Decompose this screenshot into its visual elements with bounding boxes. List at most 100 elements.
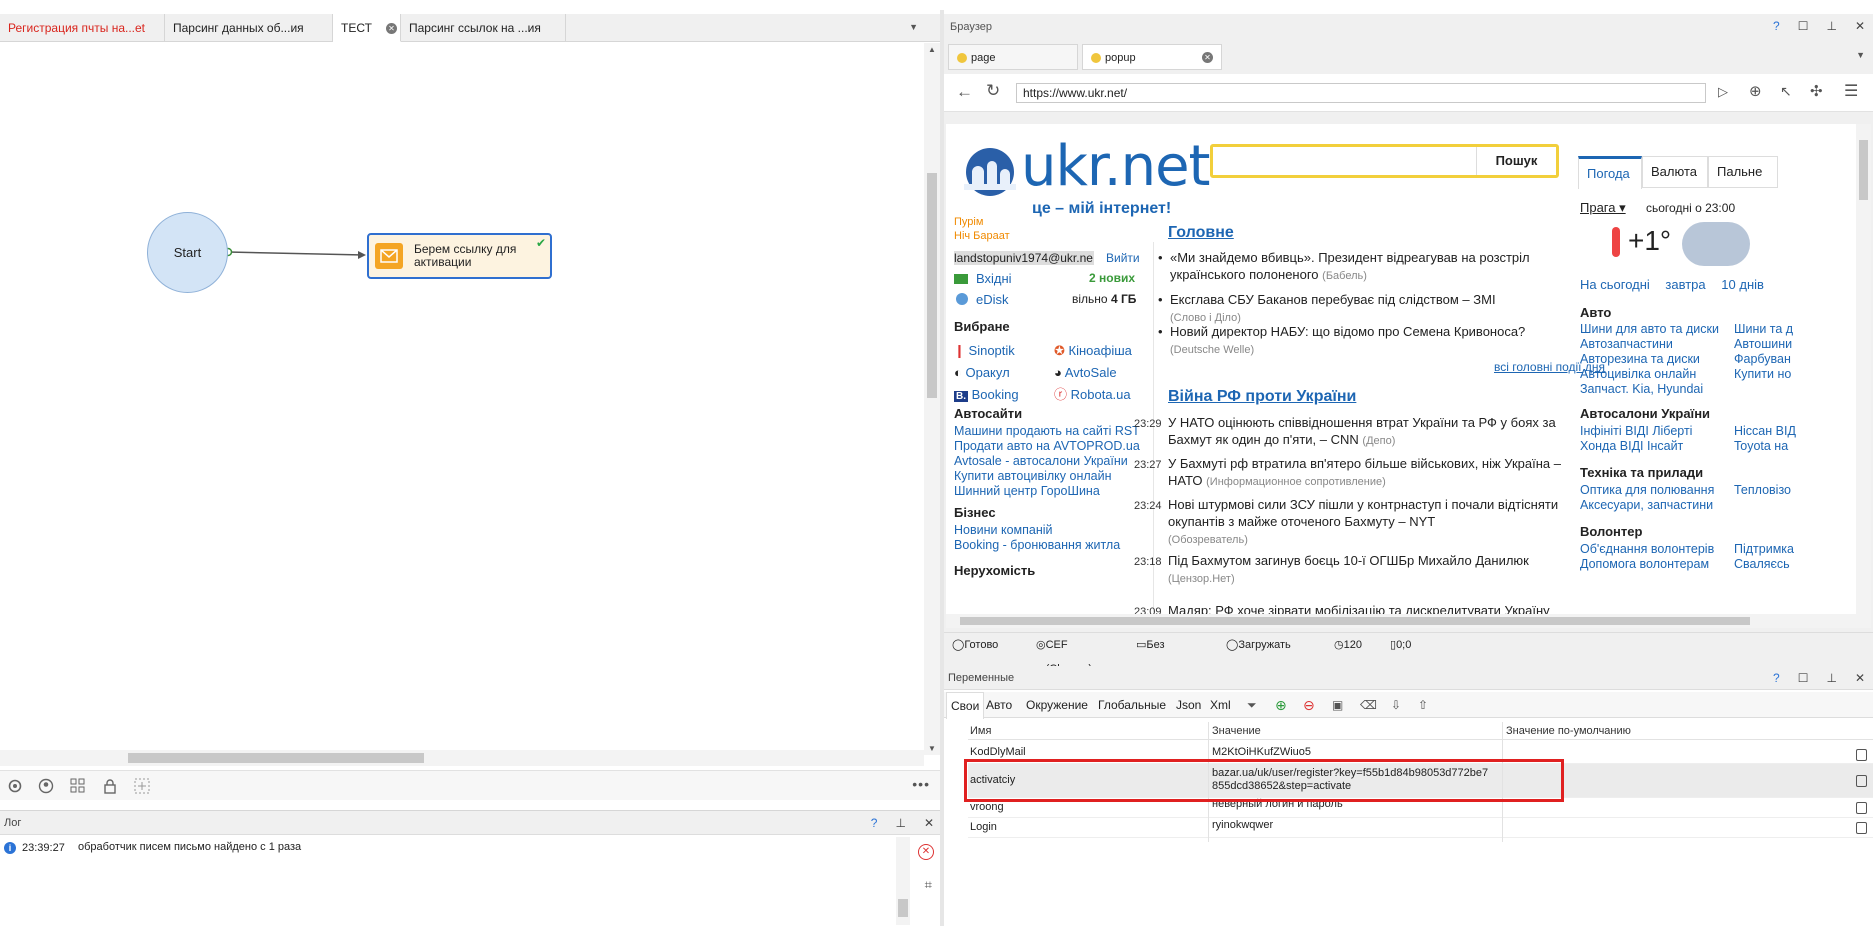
pin-icon[interactable]: ⊥ <box>895 816 905 830</box>
close-icon[interactable]: ✕ <box>1202 52 1213 63</box>
move-down-icon[interactable]: ⇩ <box>1391 692 1401 718</box>
tab-currency[interactable]: Валюта <box>1642 156 1708 188</box>
start-node[interactable]: Start <box>147 212 228 293</box>
favorite-avtosale[interactable]: AvtoSale <box>1065 365 1117 380</box>
browser-tab-popup[interactable]: popup ✕ <box>1082 44 1222 70</box>
workflow-canvas[interactable]: Start Берем ссылку для активации ✔ <box>0 43 924 755</box>
back-icon[interactable]: ← <box>956 82 973 102</box>
war-news-item[interactable]: 23:18 Під Бахмутом загинув боєць 10-ї ОГШ… <box>1134 552 1594 585</box>
war-news-title[interactable]: Війна РФ проти України <box>1168 388 1356 406</box>
volunteer-link[interactable]: Об'єднання волонтерів <box>1580 542 1714 557</box>
close-icon[interactable]: ✕ <box>1855 19 1865 33</box>
table-row[interactable]: Login ryinokwqwer <box>968 818 1873 838</box>
auto-link[interactable]: Шини та д <box>1734 322 1856 337</box>
business-link[interactable]: Booking - бронювання житла <box>954 538 1120 553</box>
lock-icon[interactable] <box>102 778 118 794</box>
menu-icon[interactable]: ☰ <box>1844 81 1858 101</box>
auto-link[interactable]: Запчаст. Kia, Hyundai <box>1580 382 1730 397</box>
inbox-new-count[interactable]: 2 нових <box>1089 271 1135 285</box>
favorite-kinoafisha[interactable]: Кіноафіша <box>1069 343 1132 358</box>
play-icon[interactable]: ▷ <box>1718 84 1728 100</box>
canvas-horizontal-scrollbar[interactable] <box>0 750 924 766</box>
add-circle-icon[interactable]: ⊕ <box>1749 82 1762 100</box>
copy-icon[interactable] <box>1856 775 1867 787</box>
holiday-2[interactable]: Ніч Бараат <box>954 230 1010 242</box>
auto-link[interactable]: Фарбуван <box>1734 352 1856 367</box>
column-value[interactable]: Значение <box>1212 722 1261 740</box>
war-news-item[interactable]: 23:24 Нові штурмові сили ЗСУ пішли у конт… <box>1134 496 1594 546</box>
copy-icon[interactable] <box>1856 802 1867 814</box>
site-search-button[interactable]: Пошук <box>1476 147 1556 175</box>
auto-link[interactable]: Купити но <box>1734 367 1856 382</box>
arrow-up-icon[interactable]: ▲ <box>928 45 936 54</box>
eraser-icon[interactable]: ⌫ <box>1360 692 1377 718</box>
war-news-item[interactable]: 23:09 Мадяр: РФ хоче зірвати мобілізацію … <box>1134 602 1594 614</box>
favorite-sinoptik[interactable]: Sinoptik <box>969 343 1015 358</box>
help-icon[interactable]: ? <box>871 816 878 830</box>
auto-link[interactable]: Авторезина та диски <box>1580 352 1730 367</box>
main-news-item[interactable]: • Ексглава СБУ Баканов перебуває під слід… <box>1158 291 1590 327</box>
salon-link[interactable]: Ніссан ВІД <box>1734 424 1856 439</box>
page-vertical-scrollbar[interactable] <box>1856 124 1871 614</box>
tab-fuel[interactable]: Пальне <box>1708 156 1778 188</box>
war-news-item[interactable]: 23:27 У Бахмуті рф втратила вп'ятеро біль… <box>1134 455 1594 488</box>
page-horizontal-scrollbar[interactable] <box>946 614 1871 628</box>
tab-json[interactable]: Json <box>1172 692 1205 718</box>
volunteer-link[interactable]: Підтримка <box>1734 542 1856 557</box>
auto-link[interactable]: Шини для авто та диски <box>1580 322 1730 337</box>
tab-global-vars[interactable]: Глобальные <box>1094 692 1170 718</box>
salon-link[interactable]: Toyota на <box>1734 439 1856 454</box>
status-timeout[interactable]: ◷ 120 <box>1334 633 1362 657</box>
add-icon[interactable]: ⊕ <box>1275 692 1287 718</box>
inbox-link[interactable]: Вхідні <box>976 271 1012 286</box>
favorite-robota[interactable]: Robota.ua <box>1071 387 1131 402</box>
auto-link[interactable]: Автоцивілка онлайн <box>1580 367 1730 382</box>
auto-link[interactable]: Купити автоцивілку онлайн <box>954 469 1140 484</box>
move-up-icon[interactable]: ⇧ <box>1418 692 1428 718</box>
weather-tomorrow-link[interactable]: завтра <box>1665 277 1705 292</box>
tab-weather[interactable]: Погода <box>1578 156 1642 189</box>
salon-link[interactable]: Хонда ВІДІ Інсайт <box>1580 439 1692 454</box>
column-name[interactable]: Имя <box>970 722 991 740</box>
auto-link[interactable]: Автошини <box>1734 337 1856 352</box>
pin-icon[interactable]: ⊥ <box>1826 671 1836 685</box>
tab-env-vars[interactable]: Окружение <box>1022 692 1092 718</box>
tech-link[interactable]: Оптика для полювання <box>1580 483 1714 498</box>
tag-icon[interactable]: ⌗ <box>925 877 932 893</box>
weather-today-link[interactable]: На сьогодні <box>1580 277 1650 292</box>
maximize-icon[interactable]: ☐ <box>1798 19 1809 33</box>
url-input[interactable]: https://www.ukr.net/ <box>1016 83 1706 103</box>
main-news-item[interactable]: • «Ми знайдемо вбивць». Президент відреаг… <box>1158 249 1590 285</box>
pin-icon[interactable]: ⊥ <box>1826 19 1836 33</box>
status-load[interactable]: ◯ Загружать все <box>1226 633 1291 675</box>
tab-xml[interactable]: Xml <box>1206 692 1235 718</box>
favorite-booking[interactable]: Booking <box>972 387 1019 402</box>
tab-test[interactable]: ТЕСТ ✕ <box>333 14 401 42</box>
weather-10days-link[interactable]: 10 днів <box>1721 277 1764 292</box>
edisk-link[interactable]: eDisk <box>976 292 1009 307</box>
canvas-vertical-scrollbar[interactable]: ▲ ▼ <box>924 43 940 755</box>
close-icon[interactable]: ✕ <box>924 816 934 830</box>
user-icon[interactable] <box>38 778 54 794</box>
volunteer-link[interactable]: Допомога волонтерам <box>1580 557 1714 572</box>
chevron-down-icon[interactable]: ▼ <box>909 22 918 32</box>
auto-link[interactable]: Автозапчастини <box>1580 337 1730 352</box>
filter-icon[interactable]: ⏷ <box>1247 692 1257 718</box>
auto-link[interactable]: Шинний центр ГороШина <box>954 484 1140 499</box>
city-select[interactable]: Прага ▾ <box>1580 200 1626 216</box>
status-engine[interactable]: ◎ CEF (Chrome) <box>1036 633 1092 675</box>
holiday-1[interactable]: Пурім <box>954 216 983 228</box>
add-frame-icon[interactable] <box>134 778 150 794</box>
tab-registration[interactable]: Регистрация пчты на...et <box>0 14 165 42</box>
arrow-down-icon[interactable]: ▼ <box>928 744 936 753</box>
tab-auto-vars[interactable]: Авто <box>982 692 1016 718</box>
action-node[interactable]: Берем ссылку для активации ✔ <box>367 233 552 279</box>
maximize-icon[interactable]: ☐ <box>1798 671 1809 685</box>
logout-link[interactable]: Вийти <box>1106 251 1140 265</box>
grid-icon[interactable] <box>70 778 86 794</box>
volunteer-link[interactable]: Сваляєсь <box>1734 557 1856 572</box>
remove-icon[interactable]: ⊖ <box>1303 692 1315 718</box>
extension-icon[interactable]: ✣ <box>1810 82 1823 100</box>
tech-link[interactable]: Аксесуари, запчастини <box>1580 498 1714 513</box>
salon-link[interactable]: Інфініті ВІДІ Ліберті <box>1580 424 1692 439</box>
